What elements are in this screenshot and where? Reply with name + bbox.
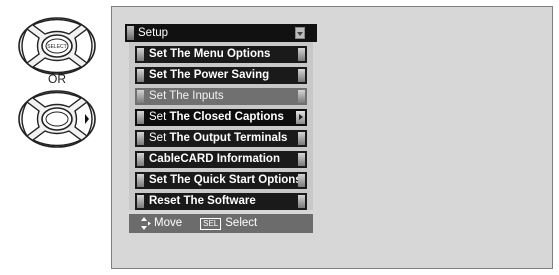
move-arrows-icon xyxy=(141,217,151,230)
remote-illustration: SELECT OR xyxy=(0,0,110,275)
move-label: Move xyxy=(154,217,183,229)
setup-menu: Setup Set The Menu Options Set The Power… xyxy=(125,24,317,233)
menu-item-label: The Output Terminals xyxy=(169,132,288,144)
menu-item-prefix: Set xyxy=(149,111,170,123)
menu-item-label: Set The Menu Options xyxy=(149,48,271,60)
item-cap-icon xyxy=(298,132,305,145)
menu-item-label: Set The Inputs xyxy=(149,90,224,102)
menu-item-label: The Closed Captions xyxy=(169,111,284,123)
menu-footer: Move SEL Select xyxy=(129,214,313,233)
menu-title: Setup xyxy=(138,27,169,39)
menu-item-closed-captions[interactable]: Set The Closed Captions xyxy=(135,109,307,126)
sel-key-icon: SEL xyxy=(200,217,222,230)
menu-item-label: Reset The Software xyxy=(149,195,256,207)
menu-item-inputs[interactable]: Set The Inputs xyxy=(135,88,307,105)
item-cap-icon xyxy=(298,90,305,103)
item-cap-icon xyxy=(137,195,144,208)
title-cap-icon xyxy=(127,26,134,40)
menu-item-label: CableCARD Information xyxy=(149,153,280,165)
menu-item-reset-software[interactable]: Reset The Software xyxy=(135,193,307,210)
dpad-select-icon: SELECT xyxy=(18,17,96,75)
select-button-label: SELECT xyxy=(47,44,66,50)
item-cap-icon xyxy=(137,111,144,124)
menu-list: Set The Menu Options Set The Power Savin… xyxy=(129,42,313,210)
item-cap-icon xyxy=(298,174,305,187)
item-cap-icon xyxy=(137,48,144,61)
menu-item-quick-start[interactable]: Set The Quick Start Options xyxy=(135,172,307,189)
item-cap-icon xyxy=(137,132,144,145)
menu-item-cablecard[interactable]: CableCARD Information xyxy=(135,151,307,168)
item-cap-icon xyxy=(298,48,305,61)
menu-item-power-saving[interactable]: Set The Power Saving xyxy=(135,67,307,84)
menu-item-label: Set The Power Saving xyxy=(149,69,270,81)
menu-item-output-terminals[interactable]: Set The Output Terminals xyxy=(135,130,307,147)
item-cap-icon xyxy=(298,69,305,82)
menu-item-label: Set The Quick Start Options xyxy=(149,174,302,186)
item-cap-icon xyxy=(298,195,305,208)
dropdown-arrow-icon xyxy=(295,27,305,39)
item-cap-icon xyxy=(137,69,144,82)
submenu-arrow-icon xyxy=(296,111,305,124)
menu-item-prefix: Set xyxy=(149,132,170,144)
dpad-right-icon xyxy=(18,90,96,148)
select-label: Select xyxy=(225,217,258,229)
menu-item-menu-options[interactable]: Set The Menu Options xyxy=(135,46,307,63)
item-cap-icon xyxy=(137,153,144,166)
item-cap-icon xyxy=(137,174,144,187)
item-cap-icon xyxy=(137,90,144,103)
item-cap-icon xyxy=(298,153,305,166)
menu-title-bar[interactable]: Setup xyxy=(125,24,317,42)
or-label: OR xyxy=(48,72,66,86)
